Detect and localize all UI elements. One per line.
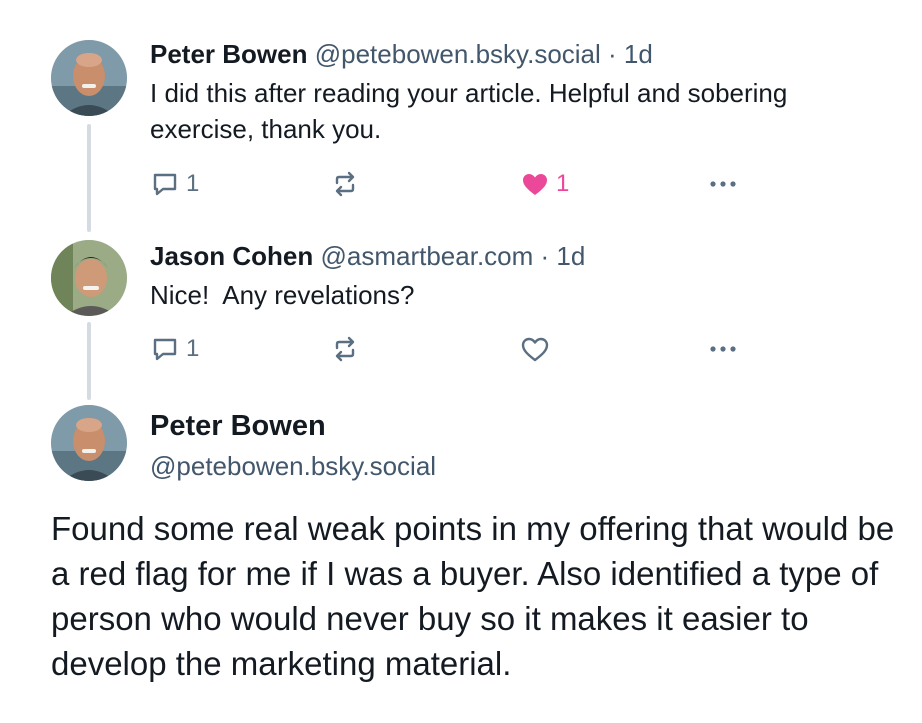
reply-post: Peter Bowen @petebowen.bsky.social · 1d … (150, 38, 922, 147)
like-count: 1 (556, 170, 570, 197)
repost-button[interactable] (330, 167, 360, 201)
reply-button[interactable]: 1 (150, 332, 199, 366)
post-header: Jason Cohen @asmartbear.com · 1d (150, 240, 922, 272)
author-handle[interactable]: @asmartbear.com (320, 241, 533, 271)
main-post-header: Peter Bowen @petebowen.bsky.social (150, 408, 436, 484)
author-name[interactable]: Peter Bowen (150, 39, 308, 69)
heart-filled-icon (523, 174, 547, 195)
author-name[interactable]: Jason Cohen (150, 241, 313, 271)
thread-connector-line (87, 124, 91, 232)
post-actions: 1 1 (150, 167, 750, 201)
post-time[interactable]: · 1d (608, 39, 653, 69)
avatar-image (51, 405, 127, 481)
post-time[interactable]: · 1d (541, 241, 586, 271)
more-options-button[interactable] (706, 332, 740, 366)
avatar-image (51, 40, 127, 116)
ellipsis-icon (710, 346, 736, 352)
post-header: Peter Bowen @petebowen.bsky.social · 1d (150, 38, 922, 70)
reply-post: Jason Cohen @asmartbear.com · 1d Nice! A… (150, 240, 922, 313)
ellipsis-icon (710, 181, 736, 187)
post-text: Nice! Any revelations? (150, 280, 415, 310)
repost-icon (335, 171, 355, 197)
author-handle[interactable]: @petebowen.bsky.social (150, 448, 436, 484)
thread-connector-line (87, 322, 91, 400)
reply-bubble-icon (153, 338, 177, 361)
reply-bubble-icon (153, 173, 177, 196)
reply-count: 1 (186, 335, 200, 362)
post-text: I did this after reading your article. H… (150, 78, 788, 144)
like-button[interactable] (520, 332, 556, 366)
avatar[interactable] (51, 405, 127, 481)
avatar-image (51, 240, 127, 316)
author-handle[interactable]: @petebowen.bsky.social (315, 39, 601, 69)
heart-outline-icon (521, 337, 549, 362)
avatar[interactable] (51, 240, 127, 316)
more-options-button[interactable] (706, 167, 740, 201)
reply-count: 1 (186, 170, 200, 197)
reply-button[interactable]: 1 (150, 167, 199, 201)
repost-icon (335, 336, 355, 362)
author-name[interactable]: Peter Bowen (150, 408, 436, 444)
repost-button[interactable] (330, 332, 360, 366)
post-actions: 1 (150, 332, 750, 366)
avatar[interactable] (51, 40, 127, 116)
like-button[interactable]: 1 (520, 167, 569, 201)
main-post-text: Found some real weak points in my offeri… (51, 510, 895, 682)
